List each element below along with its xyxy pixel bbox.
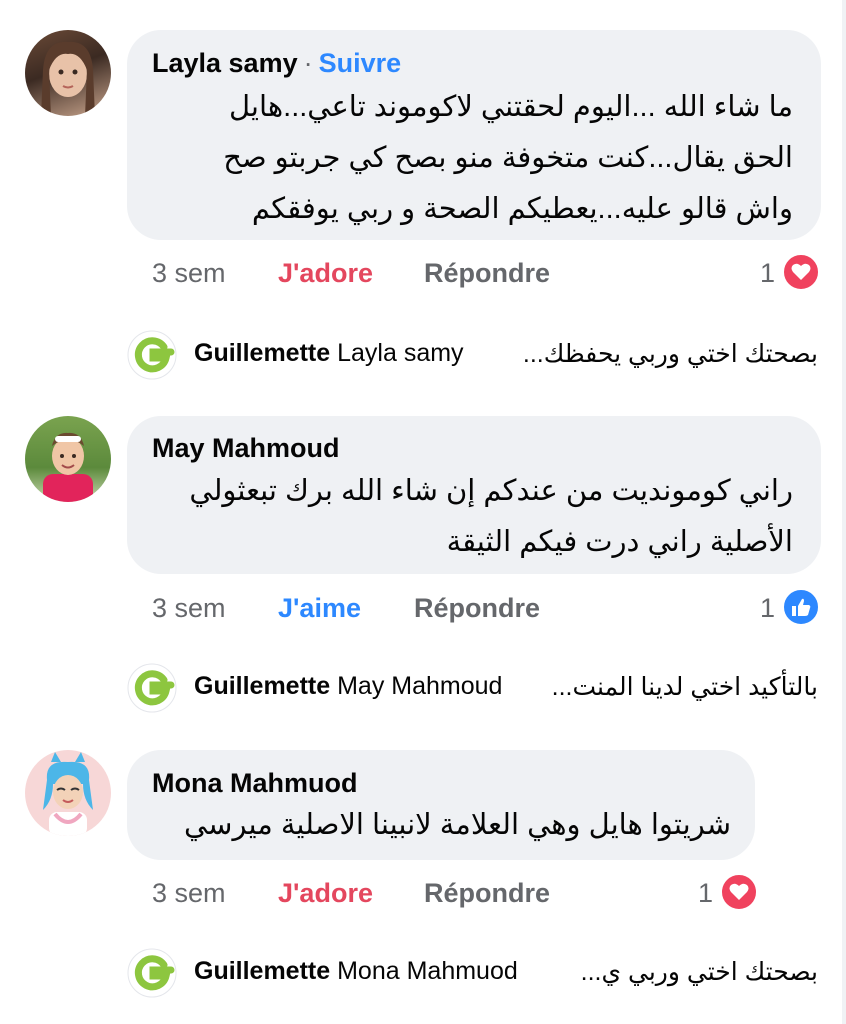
reply-author-line: Guillemette Mona Mahmuod <box>194 957 518 986</box>
reaction-count[interactable]: 1 <box>698 878 713 909</box>
reply-target-name: May Mahmoud <box>337 672 503 700</box>
comment-author-line: Layla samy · Suivre <box>152 48 401 79</box>
comment-line: راني كومونديت من عندكم إن شاء الله برك ت… <box>189 475 793 507</box>
reply-preview[interactable]: Guillemette Mona Mahmuod بصحتك اختي وربي… <box>127 948 818 1002</box>
comment-bubble: Mona Mahmuod شريتوا هايل وهي العلامة لان… <box>127 750 755 860</box>
comment-text: ما شاء الله ...اليوم لحقتني لاكوموند تاع… <box>223 82 793 235</box>
right-edge-divider <box>842 0 846 1024</box>
reply-button[interactable]: Répondre <box>424 878 550 909</box>
comment-text: شريتوا هايل وهي العلامة لانبينا الاصلية … <box>184 800 731 851</box>
reaction-count[interactable]: 1 <box>760 258 775 289</box>
comment-author[interactable]: Mona Mahmuod <box>152 768 357 799</box>
reply-snippet: بصحتك اختي وربي ي... <box>580 958 818 986</box>
like-reaction-button[interactable]: J'aime <box>278 593 361 624</box>
comment-time[interactable]: 3 sem <box>152 593 226 624</box>
love-reaction-button[interactable]: J'adore <box>278 878 373 909</box>
reply-page-name: Guillemette <box>194 672 331 700</box>
heart-icon[interactable] <box>782 253 820 291</box>
comment-line: ما شاء الله ...اليوم لحقتني لاكوموند تاع… <box>228 91 793 123</box>
reply-author-line: Guillemette Layla samy <box>194 339 464 368</box>
reply-page-name: Guillemette <box>194 957 331 985</box>
thumbs-up-icon[interactable] <box>782 588 820 626</box>
reply-target-name: Layla samy <box>337 339 464 367</box>
comment-line: واش قالو عليه...يعطيكم الصحة و ربي يوفقك… <box>251 193 793 225</box>
avatar[interactable] <box>25 416 111 502</box>
comment-text: راني كومونديت من عندكم إن شاء الله برك ت… <box>189 466 793 568</box>
love-reaction-button[interactable]: J'adore <box>278 258 373 289</box>
avatar-girl-icon <box>41 41 95 116</box>
reply-preview[interactable]: Guillemette Layla samy بصحتك اختي وربي ي… <box>127 330 818 384</box>
guillemette-logo-icon <box>127 330 177 380</box>
reply-button[interactable]: Répondre <box>414 593 540 624</box>
reaction-count[interactable]: 1 <box>760 593 775 624</box>
reply-page-name: Guillemette <box>194 339 331 367</box>
comment-author[interactable]: May Mahmoud <box>152 433 340 464</box>
comment-line: الحق يقال...كنت متخوفة منو بصح كي جربتو … <box>223 142 793 174</box>
reply-target-name: Mona Mahmuod <box>337 957 518 985</box>
avatar-boy-icon <box>43 432 93 502</box>
comment-time[interactable]: 3 sem <box>152 258 226 289</box>
avatar[interactable] <box>25 30 111 116</box>
reply-author-line: Guillemette May Mahmoud <box>194 672 502 701</box>
reply-preview[interactable]: Guillemette May Mahmoud بالتأكيد اختي لد… <box>127 663 818 717</box>
comment-line: شريتوا هايل وهي العلامة لانبينا الاصلية … <box>184 809 731 841</box>
guillemette-logo-icon <box>127 663 177 713</box>
comment-author[interactable]: Layla samy <box>152 48 298 78</box>
comment-time[interactable]: 3 sem <box>152 878 226 909</box>
separator-dot: · <box>303 48 313 78</box>
comment-bubble: Layla samy · Suivre ما شاء الله ...اليوم ل… <box>127 30 821 240</box>
comment-bubble: May Mahmoud راني كومونديت من عندكم إن شا… <box>127 416 821 574</box>
avatar-cartoon-icon <box>43 752 93 836</box>
reply-snippet: بصحتك اختي وربي يحفظك... <box>522 340 818 368</box>
comment-line: الأصلية راني درت فيكم الثيقة <box>446 526 793 558</box>
reply-snippet: بالتأكيد اختي لدينا المنت... <box>551 673 818 701</box>
follow-button[interactable]: Suivre <box>319 48 402 78</box>
heart-icon[interactable] <box>720 873 758 911</box>
reply-button[interactable]: Répondre <box>424 258 550 289</box>
avatar[interactable] <box>25 750 111 836</box>
guillemette-logo-icon <box>127 948 177 998</box>
